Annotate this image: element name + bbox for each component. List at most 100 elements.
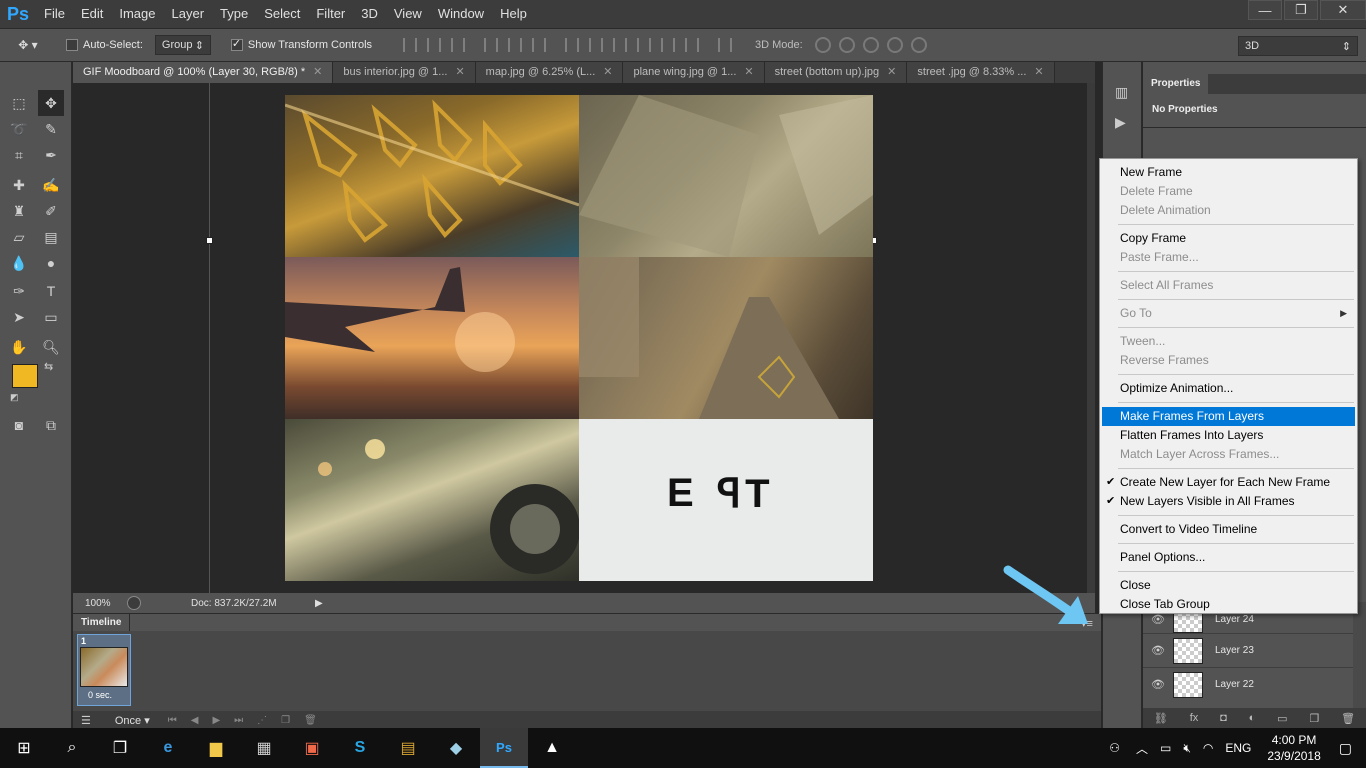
add-mask-icon[interactable]: ◘ — [1220, 712, 1227, 724]
align-bottom-icon[interactable] — [451, 38, 466, 52]
marquee-tool-icon[interactable]: ⬚ — [6, 90, 32, 116]
next-frame-icon[interactable]: ⏭ — [234, 715, 243, 726]
tab-plane-wing[interactable]: plane wing.jpg @ 1... ✕ — [623, 62, 765, 83]
rectangle-tool-icon[interactable]: ▭ — [38, 304, 64, 330]
menu-help[interactable]: Help — [492, 0, 535, 28]
menu-item-new-frame[interactable]: New Frame — [1102, 163, 1355, 182]
search-icon[interactable]: ⌕ — [48, 728, 96, 768]
healing-brush-tool-icon[interactable]: ✚ — [6, 172, 32, 198]
delete-frame-icon[interactable]: 🗑︎ — [304, 715, 317, 726]
edge-icon[interactable]: e — [144, 728, 192, 768]
menu-item-optimize-animation[interactable]: Optimize Animation... — [1102, 379, 1355, 398]
distribute-left-icon[interactable] — [637, 38, 652, 52]
menu-filter[interactable]: Filter — [308, 0, 353, 28]
language-indicator[interactable]: ENG — [1225, 741, 1251, 755]
show-transform-checkbox-box[interactable] — [230, 37, 243, 51]
auto-select-target-dropdown[interactable]: Group ⇕ — [154, 35, 211, 55]
eye-icon[interactable]: 👁︎ — [1143, 644, 1173, 657]
3d-rotate-icon[interactable] — [814, 37, 831, 53]
history-panel-icon[interactable]: ▥ — [1115, 84, 1128, 101]
clone-stamp-tool-icon[interactable]: ♜ — [6, 198, 32, 224]
menu-layer[interactable]: Layer — [164, 0, 213, 28]
menu-item-new-layers-visible-in-all-frames[interactable]: ✔ New Layers Visible in All Frames — [1102, 492, 1355, 511]
zoom-level[interactable]: 100% — [85, 598, 125, 609]
menu-item-close-tab-group[interactable]: Close Tab Group — [1102, 595, 1355, 614]
new-layer-icon[interactable]: ❐ — [1309, 712, 1319, 725]
3d-roll-icon[interactable] — [838, 37, 855, 53]
convert-timeline-icon[interactable]: ☰ — [81, 714, 91, 727]
photoshop-taskbar-icon[interactable]: Ps — [480, 728, 528, 768]
path-selection-tool-icon[interactable]: ➤ — [6, 304, 32, 330]
tween-icon[interactable]: ⋰ — [257, 715, 267, 726]
show-hidden-icons-icon[interactable]: ︿ — [1136, 740, 1148, 757]
properties-tab[interactable]: Properties — [1143, 74, 1209, 94]
close-icon[interactable]: ✕ — [1034, 66, 1043, 78]
3d-pan-icon[interactable] — [862, 37, 879, 53]
move-tool-preset-icon[interactable]: ✥ ▾ — [0, 38, 56, 52]
lasso-tool-icon[interactable]: ➰ — [6, 116, 32, 142]
canvas-vertical-scrollbar[interactable] — [1087, 83, 1095, 593]
start-button[interactable]: ⊞ — [0, 728, 48, 768]
align-hcenter-icon[interactable] — [508, 38, 523, 52]
auto-select-checkbox-box[interactable] — [66, 39, 78, 51]
history-brush-tool-icon[interactable]: ✐ — [38, 198, 64, 224]
menu-image[interactable]: Image — [111, 0, 163, 28]
new-group-icon[interactable]: ▭ — [1277, 712, 1287, 725]
distribute-top-icon[interactable] — [565, 38, 580, 52]
photos-icon[interactable]: ▣ — [288, 728, 336, 768]
pen-tool-icon[interactable]: ✑ — [6, 278, 32, 304]
clock[interactable]: 4:00 PM 23/9/2018 — [1267, 732, 1320, 764]
crop-tool-icon[interactable]: ⌗ — [6, 142, 32, 168]
eye-icon[interactable]: 👁︎ — [1143, 678, 1173, 691]
zoom-tool-icon[interactable]: 🔍︎ — [38, 334, 64, 360]
hand-tool-icon[interactable]: ✋ — [6, 334, 32, 360]
menu-item-flatten-frames-into-layers[interactable]: Flatten Frames Into Layers — [1102, 426, 1355, 445]
menu-select[interactable]: Select — [256, 0, 308, 28]
close-icon[interactable]: ✕ — [313, 66, 322, 78]
image-viewer-icon[interactable]: ▲ — [528, 728, 576, 768]
distribute-bottom-icon[interactable] — [613, 38, 628, 52]
tab-street[interactable]: street .jpg @ 8.33% ... ✕ — [907, 62, 1055, 83]
menu-edit[interactable]: Edit — [73, 0, 111, 28]
minimize-button[interactable]: — — [1248, 0, 1282, 20]
link-layers-icon[interactable]: ⛓ — [1154, 712, 1168, 725]
fx-icon[interactable]: fx — [1190, 712, 1199, 724]
menu-window[interactable]: Window — [430, 0, 492, 28]
align-left-icon[interactable] — [484, 38, 499, 52]
action-center-icon[interactable]: ▢ — [1339, 740, 1352, 757]
menu-item-close[interactable]: Close — [1102, 576, 1355, 595]
play-icon[interactable]: ▶ — [212, 715, 220, 726]
distribute-hcenter-icon[interactable] — [661, 38, 676, 52]
swap-colors-icon[interactable]: ⇆ — [44, 360, 53, 373]
tab-bus-interior[interactable]: bus interior.jpg @ 1... ✕ — [333, 62, 476, 83]
share-icon[interactable] — [127, 596, 141, 610]
menu-item-make-frames-from-layers[interactable]: Make Frames From Layers — [1102, 407, 1355, 426]
restore-button[interactable]: ❐ — [1284, 0, 1318, 20]
tab-gif-moodboard[interactable]: GIF Moodboard @ 100% (Layer 30, RGB/8) *… — [73, 62, 334, 83]
people-icon[interactable]: ⚇ — [1109, 741, 1120, 755]
battery-icon[interactable]: ▭ — [1160, 741, 1171, 755]
archive-icon[interactable]: ▤ — [384, 728, 432, 768]
blur-tool-icon[interactable]: 💧 — [6, 250, 32, 276]
layer-row[interactable]: 👁︎ Layer 22 — [1143, 667, 1353, 701]
menu-file[interactable]: File — [36, 0, 73, 28]
status-menu-arrow-icon[interactable]: ▶ — [315, 598, 323, 609]
animation-frame[interactable]: 1 0 sec. — [77, 634, 131, 706]
close-icon[interactable]: ✕ — [455, 66, 464, 78]
delete-layer-icon[interactable]: 🗑︎ — [1341, 712, 1355, 725]
3d-scale-icon[interactable] — [910, 37, 927, 53]
close-icon[interactable]: ✕ — [603, 66, 612, 78]
task-view-icon[interactable]: ❐ — [96, 728, 144, 768]
align-vcenter-icon[interactable] — [427, 38, 442, 52]
store-icon[interactable]: ▦ — [240, 728, 288, 768]
align-right-icon[interactable] — [532, 38, 547, 52]
quick-select-tool-icon[interactable]: ✎ — [38, 116, 64, 142]
skype-icon[interactable]: S — [336, 728, 384, 768]
menu-item-panel-options[interactable]: Panel Options... — [1102, 548, 1355, 567]
dodge-tool-icon[interactable]: ● — [38, 250, 64, 276]
show-transform-checkbox[interactable]: Show Transform Controls — [230, 37, 372, 51]
type-tool-icon[interactable]: T — [38, 278, 64, 304]
loop-options-dropdown[interactable]: Once ▾ — [115, 714, 150, 727]
menu-view[interactable]: View — [386, 0, 430, 28]
close-icon[interactable]: ✕ — [887, 66, 896, 78]
